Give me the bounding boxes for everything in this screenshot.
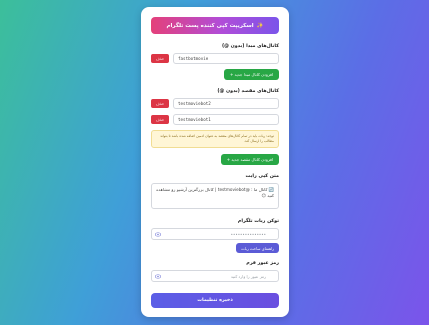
delete-dest-button[interactable]: حذف <box>151 99 169 108</box>
source-row: حذف <box>151 53 279 64</box>
source-channel-input[interactable] <box>173 53 279 64</box>
sparkles-icon: ✨ <box>256 22 264 29</box>
admin-note: توجه: ربات باید در تمام کانال‌های مقصد ب… <box>151 130 279 148</box>
settings-card: ✨ اسکریپت کپی کننده پست تلگرام کانال‌های… <box>141 7 289 317</box>
password-placeholder: رمز عبور را وارد کنید <box>230 273 266 279</box>
dest-add-wrap: + افزودن کانال مقصد جدید <box>151 154 279 165</box>
dest-row: حذف <box>151 98 279 109</box>
dest-channel-input[interactable] <box>173 114 279 125</box>
caption-title: متن کپی رایت <box>245 174 279 179</box>
token-value: ••••••••••••••• <box>230 231 266 237</box>
page-header: ✨ اسکریپت کپی کننده پست تلگرام <box>151 17 279 34</box>
delete-dest-button[interactable]: حذف <box>151 115 169 124</box>
dest-section-title: کانال‌های مقصد (بدون @) <box>217 89 279 94</box>
eye-icon[interactable] <box>155 232 161 237</box>
add-source-button[interactable]: + افزودن کانال مبدا جدید <box>223 69 279 80</box>
bot-guide-button[interactable]: راهنمای ساخت ربات <box>236 243 279 253</box>
save-settings-button[interactable]: ذخیره تنظیمات <box>151 293 279 308</box>
token-input[interactable]: ••••••••••••••• <box>151 228 279 240</box>
password-input[interactable]: رمز عبور را وارد کنید <box>151 270 279 282</box>
delete-source-button[interactable]: حذف <box>151 54 169 63</box>
password-title: رمز عبور فرم <box>246 261 279 266</box>
dest-row: حذف <box>151 114 279 125</box>
source-add-wrap: + افزودن کانال مبدا جدید <box>151 69 279 80</box>
page-title: اسکریپت کپی کننده پست تلگرام <box>166 22 254 29</box>
dest-channel-input[interactable] <box>173 98 279 109</box>
eye-icon[interactable] <box>155 274 161 279</box>
guide-wrap: راهنمای ساخت ربات <box>151 243 279 253</box>
add-dest-button[interactable]: + افزودن کانال مقصد جدید <box>220 154 279 165</box>
token-title: توکن ربات تلگرام <box>237 219 279 224</box>
source-section-title: کانال‌های مبدا (بدون @) <box>221 44 279 49</box>
caption-textarea[interactable]: 🔄 کانال ما : @testmoviebot | کانال بزرگت… <box>151 183 279 209</box>
